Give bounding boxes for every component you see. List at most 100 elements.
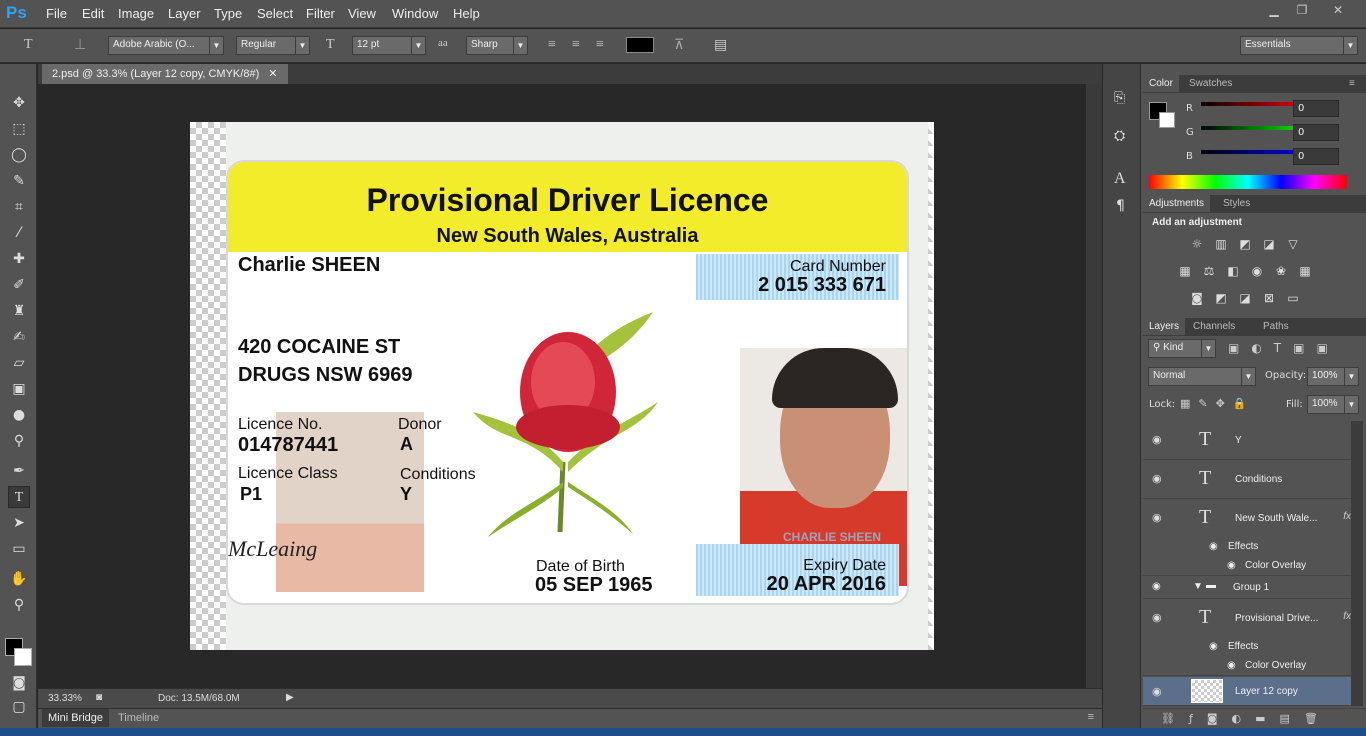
move-tool-icon[interactable]: ✥ (8, 92, 30, 114)
character-panel-icon[interactable]: ▤ (714, 37, 727, 54)
tab-layers[interactable]: Layers (1143, 318, 1186, 335)
lock-icons[interactable]: ▦✎✥🔒 (1180, 397, 1255, 410)
menu-type[interactable]: Type (214, 6, 242, 21)
brightness-icon[interactable]: ☼ (1189, 237, 1205, 251)
pen-tool-icon[interactable]: ✒ (8, 460, 30, 482)
layer-effects-icon[interactable]: fx (1343, 611, 1351, 622)
healing-brush-tool-icon[interactable]: ✚ (8, 248, 30, 270)
status-menu-arrow-icon[interactable]: ▶ (286, 692, 294, 703)
color-overlay-row[interactable]: ◉ Color Overlay (1143, 557, 1351, 576)
screen-mode-icon[interactable]: ▢ (8, 696, 30, 718)
paragraph-icon[interactable]: ¶ (1116, 198, 1125, 214)
font-style-select[interactable]: Regular ▼ (236, 36, 310, 55)
menu-image[interactable]: Image (118, 6, 154, 21)
warp-text-icon[interactable]: ⊼ (674, 37, 684, 54)
minimize-icon[interactable]: ▁ (1262, 2, 1286, 18)
align-left-icon[interactable]: ≡ (548, 37, 556, 53)
align-right-icon[interactable]: ≡ (596, 37, 604, 53)
tab-color[interactable]: Color (1143, 75, 1179, 92)
photo-filter-icon[interactable]: ◉ (1249, 264, 1265, 278)
layer-row[interactable]: ◉ T Conditions (1143, 460, 1351, 499)
overlay-eye-icon[interactable]: ◉ (1227, 560, 1236, 571)
zoom-tool-icon[interactable]: ⚲ (8, 594, 30, 616)
tab-paths[interactable]: Paths (1257, 318, 1295, 335)
hand-tool-icon[interactable]: ✋ (8, 568, 30, 590)
gradient-tool-icon[interactable]: ▣ (8, 378, 30, 400)
menu-window[interactable]: Window (392, 6, 438, 21)
history-icon[interactable]: ⎘ (1114, 90, 1125, 106)
expand-group-icon[interactable]: ▼ (1193, 581, 1203, 592)
threshold-icon[interactable]: ◪ (1237, 291, 1253, 305)
document-canvas[interactable]: Provisional Driver Licence New South Wal… (190, 122, 934, 650)
effects-eye-icon[interactable]: ◉ (1209, 641, 1218, 652)
antialias-select[interactable]: Sharp ▼ (466, 36, 528, 55)
lasso-tool-icon[interactable]: ◯ (8, 144, 30, 166)
clone-stamp-tool-icon[interactable]: ♜ (8, 300, 30, 322)
type-tool-icon[interactable]: T (24, 37, 33, 53)
rectangle-tool-icon[interactable]: ▭ (8, 538, 30, 560)
effects-row[interactable]: ◉ Effects (1143, 538, 1351, 557)
color-balance-icon[interactable]: ⚖ (1201, 264, 1217, 278)
color-overlay-row[interactable]: ◉ Color Overlay (1143, 657, 1351, 676)
tab-adjustments[interactable]: Adjustments (1143, 195, 1211, 212)
path-selection-tool-icon[interactable]: ➤ (8, 512, 30, 534)
restore-icon[interactable]: ❐ (1290, 2, 1314, 18)
selective-color-icon[interactable]: ⊠ (1261, 291, 1277, 305)
quick-select-tool-icon[interactable]: ✎ (8, 170, 30, 192)
zoom-level[interactable]: 33.33% (48, 693, 82, 704)
menu-select[interactable]: Select (257, 6, 293, 21)
status-info-icon[interactable]: ◙ (96, 692, 102, 703)
menu-view[interactable]: View (348, 6, 376, 21)
eraser-tool-icon[interactable]: ▱ (8, 352, 30, 374)
visibility-eye-icon[interactable]: ◉ (1152, 511, 1162, 524)
visibility-eye-icon[interactable]: ◉ (1152, 611, 1162, 624)
text-color-swatch[interactable] (626, 37, 654, 53)
document-tab[interactable]: 2.psd @ 33.3% (Layer 12 copy, CMYK/8#) ✕ (42, 64, 288, 84)
layer-effects-icon[interactable]: fx (1343, 511, 1351, 522)
mini-bridge-tab[interactable]: Mini Bridge (42, 709, 110, 727)
b-value[interactable]: 0 (1293, 148, 1339, 165)
gradient-map-icon[interactable]: ▭ (1285, 291, 1301, 305)
crop-tool-icon[interactable]: ⌗ (8, 196, 30, 218)
workspace-select[interactable]: Essentials ▼ (1240, 36, 1358, 55)
background-color-swatch[interactable] (14, 648, 32, 666)
color-lookup-icon[interactable]: ▦ (1297, 264, 1313, 278)
color-bg-swatch[interactable] (1159, 112, 1175, 128)
tab-channels[interactable]: Channels (1187, 318, 1241, 335)
vertical-scrollbar[interactable] (1086, 84, 1102, 688)
font-family-select[interactable]: Adobe Arabic (O... ▼ (108, 36, 224, 55)
visibility-eye-icon[interactable]: ◉ (1152, 472, 1162, 485)
visibility-eye-icon[interactable]: ◉ (1152, 433, 1162, 446)
quick-mask-icon[interactable]: ◙ (8, 672, 30, 694)
effects-eye-icon[interactable]: ◉ (1209, 541, 1218, 552)
invert-icon[interactable]: ◙ (1189, 291, 1205, 305)
timeline-tab[interactable]: Timeline (118, 712, 159, 724)
posterize-icon[interactable]: ◩ (1213, 291, 1229, 305)
g-value[interactable]: 0 (1293, 124, 1339, 141)
layer-filter-kind[interactable]: ⚲ Kind ▼ (1148, 339, 1216, 358)
tab-styles[interactable]: Styles (1217, 195, 1256, 212)
exposure-icon[interactable]: ◪ (1261, 237, 1277, 251)
layer-row[interactable]: ◉ T New South Wale... fx (1143, 499, 1351, 538)
visibility-eye-icon[interactable]: ◉ (1152, 685, 1162, 698)
menu-edit[interactable]: Edit (82, 6, 104, 21)
layer-row[interactable]: ◉ T Provisional Drive... fx (1143, 599, 1351, 638)
opacity-input[interactable]: 100% ▼ (1307, 367, 1359, 386)
blur-tool-icon[interactable]: ● (8, 404, 30, 426)
layer-row-selected[interactable]: ◉ Layer 12 copy (1143, 677, 1351, 706)
fill-input[interactable]: 100% ▼ (1307, 395, 1359, 414)
levels-icon[interactable]: ▥ (1213, 237, 1229, 251)
close-icon[interactable]: ✕ (1326, 2, 1350, 18)
horizontal-type-tool-icon[interactable]: T (8, 486, 30, 508)
brush-tool-icon[interactable]: ✐ (8, 274, 30, 296)
r-value[interactable]: 0 (1293, 100, 1339, 117)
font-size-select[interactable]: 12 pt ▼ (352, 36, 426, 55)
marquee-tool-icon[interactable]: ⬚ (8, 118, 30, 140)
menu-filter[interactable]: Filter (306, 6, 335, 21)
effects-row[interactable]: ◉ Effects (1143, 638, 1351, 657)
menu-file[interactable]: File (46, 6, 67, 21)
tab-swatches[interactable]: Swatches (1183, 75, 1238, 92)
layers-footer-icons[interactable]: ⛓ƒ◙◐▬▤🗑 (1143, 708, 1366, 728)
toggle-orientation-icon[interactable]: ⊥ (74, 37, 86, 54)
menu-layer[interactable]: Layer (168, 6, 201, 21)
